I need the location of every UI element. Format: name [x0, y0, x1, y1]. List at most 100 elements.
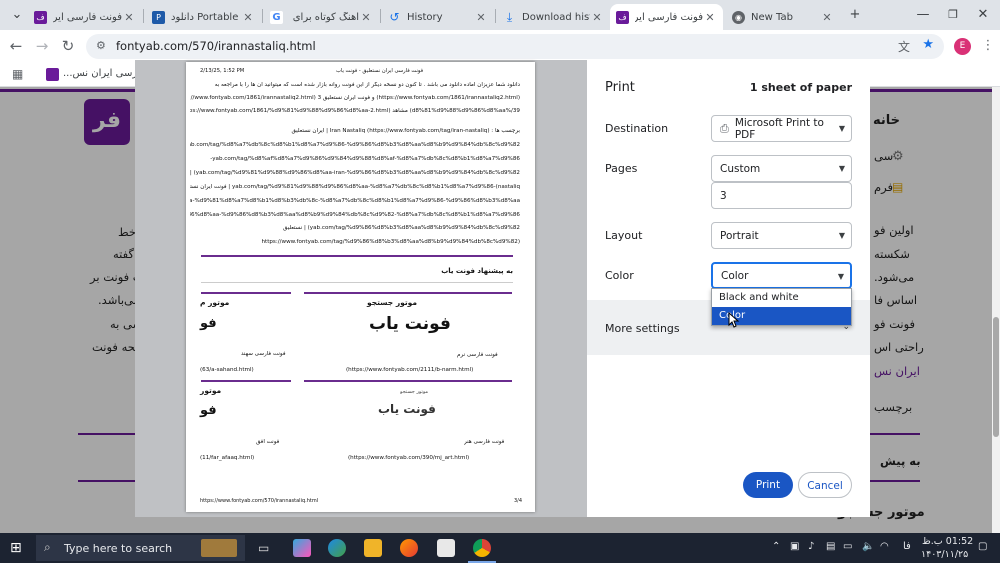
- windows-taskbar: ⊞ ⌕ Type here to search ▭ ⌃ ▣ ♪ ▤ ▭ 🔈 ◠ …: [0, 533, 1000, 563]
- notification-icon[interactable]: ▢: [978, 541, 987, 552]
- history-icon: ↺: [389, 10, 400, 24]
- destination-select[interactable]: ⎙ Microsoft Print to PDF ▼: [711, 115, 852, 142]
- reload-icon[interactable]: ↻: [58, 36, 78, 56]
- close-icon[interactable]: ✕: [820, 11, 834, 24]
- caret-down-icon: ▼: [838, 164, 845, 173]
- taskbar-search[interactable]: ⌕ Type here to search: [36, 535, 245, 561]
- preview-line: 31%d9%88%d9%86%d8%aa-%d9%81%d8%a7%d8%b1%…: [190, 198, 520, 204]
- close-icon[interactable]: ✕: [359, 11, 373, 24]
- tab-google[interactable]: G آهنگ کوتاه برای ✕: [264, 4, 379, 30]
- copilot-icon[interactable]: [293, 539, 311, 557]
- forward-icon[interactable]: →: [32, 36, 52, 56]
- preview-card-url: (11/far_afaaq.html): [200, 455, 255, 461]
- edge-icon[interactable]: [328, 539, 346, 557]
- clock-date[interactable]: ۱۴۰۳/۱۱/۲۵: [921, 549, 968, 560]
- translate-icon[interactable]: 文: [898, 38, 910, 55]
- google-icon: G: [270, 10, 283, 24]
- layout-label: Layout: [605, 229, 643, 242]
- preview-card-title: موتور جستجو: [367, 298, 417, 307]
- browser-toolbar: ← → ↻ ⚙ fontyab.com/570/irannastaliq.htm…: [0, 30, 1000, 63]
- app-icon[interactable]: [437, 539, 455, 557]
- print-title: Print: [605, 80, 635, 95]
- tab-title: فونت فارسی ایران: [53, 11, 122, 23]
- print-button[interactable]: Print: [743, 472, 793, 498]
- tray-icon-1[interactable]: ▣: [790, 541, 799, 552]
- preview-line: yab.com/tag/%d9%81%d9%88%d9%86%d8%aa-ira…: [190, 170, 520, 176]
- preview-line: yab.com/tag/%d8%af%d8%a7%d9%86%d9%84%d9%…: [210, 156, 520, 162]
- preview-suggest-heading: به پیشنهاد فونت یاب: [441, 267, 513, 275]
- preview-card-sample: فو: [200, 403, 217, 418]
- preview-footer-url: https://www.fontyab.com/570/irannastaliq…: [200, 498, 319, 504]
- destination-label: Destination: [605, 122, 669, 135]
- chrome-taskbar-icon[interactable]: [473, 539, 491, 557]
- preview-card-url: (https://www.fontyab.com/2111/b-narm.htm…: [346, 367, 474, 373]
- preview-line: yab.com/tag/%d9%81%d9%88%d9%86%d8%aa-%d8…: [190, 184, 520, 190]
- tab-downloads[interactable]: ⤓ Download histo ✕: [497, 4, 610, 30]
- preview-card-sample: فونت یاب: [378, 402, 436, 416]
- option-black-and-white[interactable]: Black and white: [712, 289, 851, 307]
- preview-line: yab.com/tag/%d9%86%d8%b3%d8%aa%d8%b9%d9%…: [283, 225, 520, 231]
- network-icon[interactable]: ◠: [880, 541, 889, 552]
- tab-fontyab-1[interactable]: ف فونت فارسی ایران ✕: [28, 4, 142, 30]
- layout-select[interactable]: Portrait ▼: [711, 222, 852, 249]
- close-icon[interactable]: ✕: [590, 11, 604, 24]
- layout-value: Portrait: [720, 229, 759, 242]
- fontyab-icon: [46, 68, 59, 81]
- tab-title: Download histo: [522, 11, 590, 23]
- preview-line: (https://www.fontyab.com/1861/irannastal…: [190, 95, 520, 101]
- tab-history[interactable]: ↺ History ✕: [382, 4, 494, 30]
- page-scrollbar[interactable]: [992, 87, 1000, 533]
- language-indicator[interactable]: فا: [903, 541, 911, 552]
- new-tab-button[interactable]: +: [842, 5, 868, 25]
- preview-card-name: فونت فارسی هنر: [464, 439, 505, 445]
- color-label: Color: [605, 269, 634, 282]
- minimize-button[interactable]: —: [910, 5, 936, 25]
- close-icon[interactable]: ✕: [474, 11, 488, 24]
- tab-portable[interactable]: P دانلود Portable ✕: [146, 4, 261, 30]
- fontyab-icon: ف: [34, 10, 47, 24]
- task-view-icon[interactable]: ▭: [258, 541, 269, 555]
- mouse-cursor-icon: [728, 312, 740, 328]
- cancel-button[interactable]: Cancel: [798, 472, 852, 498]
- tab-search-button[interactable]: ⌄: [4, 5, 30, 25]
- pages-select[interactable]: Custom ▼: [711, 155, 852, 182]
- apps-grid-icon[interactable]: ▦: [12, 67, 23, 81]
- sheet-count: 1 sheet of paper: [749, 81, 852, 94]
- color-select[interactable]: Color ▼: [711, 262, 852, 289]
- tab-fontyab-active[interactable]: ف فونت فارسی ایران ✕: [610, 4, 723, 30]
- tab-title: فونت فارسی ایران: [635, 11, 703, 23]
- preview-card-sample: فو: [200, 316, 217, 331]
- restore-button[interactable]: ❐: [940, 5, 966, 25]
- close-icon[interactable]: ✕: [703, 11, 717, 24]
- tray-icon-2[interactable]: ▤: [826, 541, 835, 552]
- pages-input[interactable]: 3: [711, 182, 852, 209]
- address-bar[interactable]: ⚙ fontyab.com/570/irannastaliq.html 文 ★: [86, 34, 944, 59]
- firefox-icon[interactable]: [400, 539, 418, 557]
- avatar[interactable]: E: [954, 38, 971, 55]
- windows-start-icon[interactable]: ⊞: [10, 540, 22, 556]
- search-icon: ⌕: [44, 540, 51, 554]
- tab-new-tab[interactable]: ◉ New Tab ✕: [726, 4, 840, 30]
- microphone-icon[interactable]: ♪: [808, 541, 814, 552]
- site-info-icon[interactable]: ⚙: [96, 39, 106, 52]
- preview-card-name: فونت فارسی سهند: [241, 351, 286, 357]
- preview-sheet: 2/13/25, 1:52 PM فونت فارسی ایران نستعلی…: [186, 62, 535, 512]
- caret-down-icon: ▼: [837, 272, 844, 281]
- tab-strip: ⌄ ف فونت فارسی ایران ✕ P دانلود Portable…: [0, 0, 1000, 30]
- clock-time[interactable]: 01:52 ب.ظ: [922, 536, 973, 547]
- close-icon[interactable]: ✕: [122, 11, 136, 24]
- back-icon[interactable]: ←: [6, 36, 26, 56]
- file-explorer-icon[interactable]: [364, 539, 382, 557]
- volume-icon[interactable]: 🔈: [862, 541, 874, 552]
- preview-header-date: 2/13/25, 1:52 PM: [200, 68, 245, 74]
- close-icon[interactable]: ✕: [241, 11, 255, 24]
- preview-header-title: فونت فارسی ایران نستعلیق - فونت یاب: [336, 68, 424, 74]
- preview-card-name: فونت افق: [256, 439, 280, 445]
- window-close-button[interactable]: ✕: [970, 5, 996, 25]
- battery-icon[interactable]: ▭: [843, 541, 852, 552]
- tab-title: دانلود Portable: [171, 11, 239, 23]
- menu-dots-icon[interactable]: ⋮: [978, 36, 998, 56]
- tray-chevron-icon[interactable]: ⌃: [772, 541, 780, 552]
- bookmark-star-icon[interactable]: ★: [922, 37, 934, 52]
- preview-card-url: (https://www.fontyab.com/390/mj_art.html…: [348, 455, 470, 461]
